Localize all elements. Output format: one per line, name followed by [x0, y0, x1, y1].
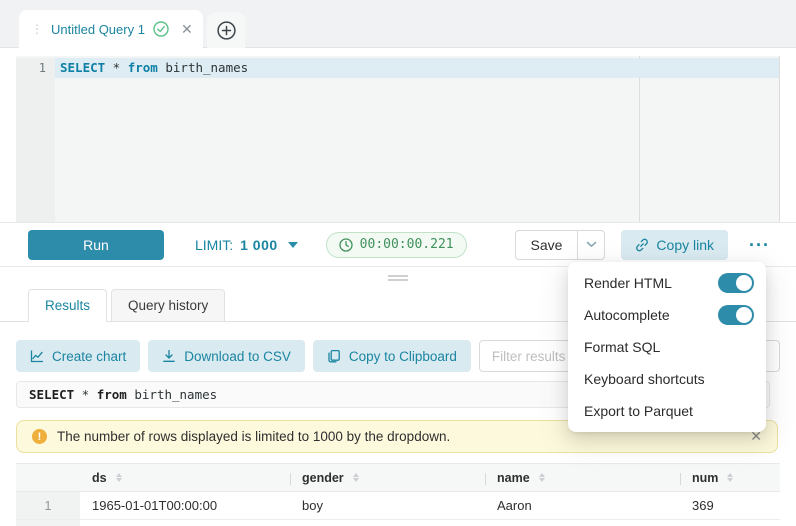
autocomplete-toggle[interactable] — [718, 305, 754, 325]
header-label: name — [497, 471, 530, 485]
caret-down-icon — [288, 242, 298, 248]
menu-item-label: Keyboard shortcuts — [584, 371, 705, 387]
run-button[interactable]: Run — [28, 230, 164, 260]
sort-icon[interactable] — [116, 473, 122, 482]
header-name[interactable]: name — [485, 464, 680, 491]
table-row-partial — [16, 520, 780, 526]
limit-label: LIMIT: — [195, 237, 233, 253]
header-row-number — [16, 464, 80, 491]
menu-item-format-sql[interactable]: Format SQL — [568, 331, 766, 363]
header-ds[interactable]: ds — [80, 464, 290, 491]
save-options-button[interactable] — [577, 230, 605, 260]
render-html-toggle[interactable] — [718, 273, 754, 293]
sql-keyword: SELECT — [29, 387, 74, 402]
sql-text: * — [74, 387, 97, 402]
query-tab-label: Untitled Query 1 — [51, 22, 145, 37]
header-gender[interactable]: gender — [290, 464, 485, 491]
header-num[interactable]: num — [680, 464, 780, 491]
sort-icon[interactable] — [353, 473, 359, 482]
download-csv-label: Download to CSV — [184, 349, 291, 364]
print-margin-ruler — [639, 56, 640, 222]
limit-value: 1 000 — [240, 237, 278, 253]
chevron-down-icon — [586, 241, 597, 248]
link-icon — [635, 238, 649, 252]
copy-icon — [327, 349, 341, 363]
warning-text: The number of rows displayed is limited … — [57, 429, 450, 444]
row-number-cell: 1 — [16, 492, 80, 519]
sql-keyword: from — [128, 60, 158, 75]
menu-item-label: Render HTML — [584, 275, 672, 291]
results-table: ds gender name num 1 1965-01-01T00:00:00… — [16, 463, 780, 526]
tab-query-history[interactable]: Query history — [111, 289, 225, 322]
warning-icon: ! — [32, 429, 47, 444]
menu-item-label: Autocomplete — [584, 307, 670, 323]
sort-icon[interactable] — [727, 473, 733, 482]
table-header-row: ds gender name num — [16, 463, 780, 492]
table-row[interactable]: 1 1965-01-01T00:00:00 boy Aaron 369 — [16, 492, 780, 520]
more-options-menu: Render HTML Autocomplete Format SQL Keyb… — [568, 262, 766, 432]
sql-text: * — [105, 60, 128, 75]
download-csv-button[interactable]: Download to CSV — [148, 340, 305, 372]
copy-link-label: Copy link — [656, 237, 714, 253]
editor-toolbar: Run LIMIT: 1 000 00:00:00.221 Save Copy … — [0, 222, 796, 267]
timer-value: 00:00:00.221 — [360, 237, 454, 252]
plus-circle-icon — [217, 21, 236, 40]
limit-dropdown[interactable]: LIMIT: 1 000 — [195, 237, 298, 253]
add-tab-button[interactable] — [207, 12, 245, 48]
line-number: 1 — [16, 58, 55, 78]
query-timer: 00:00:00.221 — [326, 232, 467, 258]
save-button[interactable]: Save — [515, 230, 578, 260]
copy-link-button[interactable]: Copy link — [621, 230, 728, 260]
query-success-icon — [153, 21, 169, 37]
sql-text: birth_names — [158, 60, 248, 75]
query-tab[interactable]: ⋮ Untitled Query 1 ✕ — [19, 10, 203, 48]
sql-keyword: from — [97, 387, 127, 402]
create-chart-button[interactable]: Create chart — [16, 340, 140, 372]
sql-keyword: SELECT — [60, 60, 105, 75]
column-divider — [485, 473, 486, 485]
menu-item-export-parquet[interactable]: Export to Parquet — [568, 395, 766, 427]
menu-item-autocomplete[interactable]: Autocomplete — [568, 299, 766, 331]
pane-resize-handle[interactable] — [388, 275, 408, 281]
more-options-button[interactable]: ··· — [749, 236, 770, 254]
clock-icon — [339, 238, 353, 252]
header-label: num — [692, 471, 718, 485]
create-chart-label: Create chart — [52, 349, 126, 364]
cell-gender: boy — [290, 492, 485, 519]
copy-clipboard-label: Copy to Clipboard — [349, 349, 457, 364]
header-label: ds — [92, 471, 107, 485]
tab-results[interactable]: Results — [28, 289, 107, 322]
menu-item-render-html[interactable]: Render HTML — [568, 267, 766, 299]
copy-clipboard-button[interactable]: Copy to Clipboard — [313, 340, 471, 372]
cell-num: 369 — [680, 492, 780, 519]
close-tab-icon[interactable]: ✕ — [181, 21, 193, 38]
sql-text: birth_names — [127, 387, 217, 402]
sql-code-line[interactable]: SELECT * from birth_names — [55, 58, 779, 78]
column-divider — [290, 473, 291, 485]
cell-ds: 1965-01-01T00:00:00 — [80, 492, 290, 519]
menu-item-label: Export to Parquet — [584, 403, 693, 419]
save-split-button: Save — [515, 230, 606, 260]
column-divider — [680, 473, 681, 485]
header-label: gender — [302, 471, 344, 485]
menu-item-label: Format SQL — [584, 339, 660, 355]
sql-editor[interactable]: 1 SELECT * from birth_names — [16, 56, 780, 222]
chart-icon — [30, 349, 44, 363]
cell-name: Aaron — [485, 492, 680, 519]
sort-icon[interactable] — [539, 473, 545, 482]
menu-item-keyboard-shortcuts[interactable]: Keyboard shortcuts — [568, 363, 766, 395]
tab-bar: ⋮ Untitled Query 1 ✕ — [0, 0, 796, 48]
editor-line-1: 1 SELECT * from birth_names — [16, 58, 779, 78]
gutter — [16, 78, 55, 222]
download-icon — [162, 349, 176, 363]
row-number-cell — [16, 520, 80, 526]
drag-handle-icon[interactable]: ⋮ — [31, 23, 43, 35]
